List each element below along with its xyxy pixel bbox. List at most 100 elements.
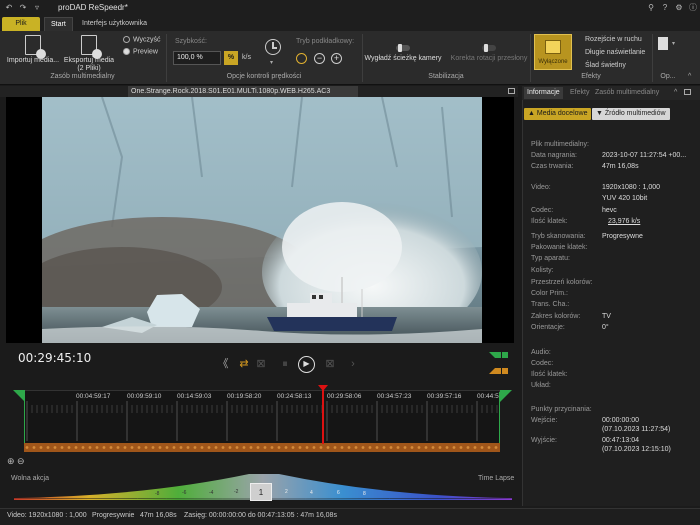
clip-bar-dot (172, 446, 176, 449)
clip-bar-dot (130, 446, 134, 449)
zoom-in-icon[interactable]: ⊕ (7, 456, 15, 467)
effect-light-trail[interactable]: Ślad świetlny (585, 62, 626, 69)
clip-bar-dot (417, 446, 421, 449)
panel-maximize-icon[interactable] (684, 89, 691, 95)
speed-mark: -6 (182, 490, 187, 496)
out-line (499, 392, 500, 448)
clip-bar-dot (235, 446, 239, 449)
clip-bar-dot (403, 446, 407, 449)
clip-bar-dot (88, 446, 92, 449)
mark-in-icon[interactable] (489, 352, 501, 358)
effects-stack-icon (545, 40, 561, 54)
info-label: Ilość klatek: (531, 371, 568, 378)
clip-bar-dot (375, 446, 379, 449)
maximize-icon[interactable] (508, 88, 515, 94)
percent-button[interactable]: % (224, 51, 238, 65)
step-back-icon[interactable]: ⊠ (254, 357, 268, 371)
clip-bar-dot (263, 446, 267, 449)
video-filename: One.Strange.Rock.2018.S01.E01.MULTi.1080… (128, 86, 358, 97)
rotation-label: Korekta rotacji przesłony (450, 55, 528, 62)
clip-bar[interactable] (24, 443, 500, 452)
effects-disabled-button[interactable]: Wyłączone (534, 34, 572, 70)
minus-icon[interactable]: − (314, 53, 325, 64)
zoom-out-icon[interactable]: ⊖ (17, 456, 25, 467)
plus-icon[interactable]: + (331, 53, 342, 64)
info-label: Ilość klatek: (531, 218, 568, 225)
undo-icon[interactable]: ↶ (4, 3, 14, 13)
smooth-toggle-icon (396, 44, 410, 52)
target-media-label: Media docelowe (536, 110, 588, 117)
settings-icon[interactable]: ⚙ (674, 3, 684, 13)
tab-plik[interactable]: Plik (2, 17, 40, 31)
info-label: Układ: (531, 382, 551, 389)
export-media-button[interactable]: Eksportuj media (2 Pliki) (62, 35, 116, 73)
source-media-button[interactable]: ▼ Źródło multimediów (592, 108, 670, 120)
mark-out-icon[interactable] (502, 352, 508, 358)
tab-efekty[interactable]: Efekty (567, 87, 592, 99)
tab-informacje[interactable]: Informacje (524, 87, 563, 99)
smooth-label: Wygładź ścieżkę kamery (364, 55, 442, 62)
dropdown-icon[interactable]: ▿ (32, 3, 42, 13)
effect-motion-blur[interactable]: Rozejście w ruchu (585, 36, 642, 43)
stab-group-label: Stabilizacja (428, 73, 464, 80)
target-media-button[interactable]: ▲ Media docelowe (524, 108, 592, 120)
info-icon[interactable]: ⓘ (688, 3, 698, 13)
ribbon-collapse-icon[interactable]: ^ (688, 73, 691, 80)
clear-option[interactable]: Wyczyść (123, 36, 161, 43)
loop-icon[interactable]: ⇄ (237, 357, 251, 371)
set-in-icon[interactable] (489, 368, 501, 374)
mode-circle-icon[interactable] (296, 53, 307, 64)
clip-bar-dot (424, 446, 428, 449)
clip-bar-dot (67, 446, 71, 449)
smooth-camera-button[interactable]: Wygładź ścieżkę kamery (364, 44, 442, 63)
import-media-button[interactable]: Importuj media... (6, 35, 60, 65)
effect-long-exposure[interactable]: Długie naświetlanie (585, 49, 645, 56)
pause-icon[interactable]: ⏸ (278, 357, 292, 371)
info-value: YUV 420 10bit (602, 195, 648, 202)
info-value: 00:00:00:00 (602, 417, 639, 424)
tab-interface[interactable]: Interfejs użytkownika (76, 17, 153, 31)
video-frame-image (42, 97, 482, 343)
options-dropdown-icon[interactable]: ▾ (672, 40, 675, 47)
rotation-correction-button[interactable]: Korekta rotacji przesłony (448, 44, 530, 63)
pin-icon[interactable]: ⚲ (646, 3, 656, 13)
info-label: Orientacje: (531, 324, 565, 331)
speed-center-handle[interactable]: 1 (250, 483, 272, 501)
tick-label: 00:19:58:20 (227, 393, 262, 400)
preview-label: Preview (133, 48, 158, 56)
play-button[interactable]: ▶ (298, 356, 315, 373)
redo-icon[interactable]: ↷ (18, 3, 28, 13)
preview-option[interactable]: Preview (123, 48, 158, 55)
clock-icon[interactable] (265, 39, 281, 55)
clip-bar-dot (137, 446, 141, 449)
clear-radio-icon (123, 36, 130, 43)
tick-label: 00:04:59:17 (76, 393, 111, 400)
status-duration: 47m 16,08s (140, 512, 177, 519)
panel-collapse-icon[interactable]: ^ (674, 89, 677, 96)
source-media-label: Źródło multimediów (604, 110, 666, 117)
playhead[interactable] (322, 388, 324, 444)
info-label: Video: (531, 184, 551, 191)
out-marker[interactable] (500, 390, 512, 402)
tab-start[interactable]: Start (44, 17, 73, 31)
clip-bar-dot (382, 446, 386, 449)
clip-bar-dot (53, 446, 57, 449)
speed-mark: 8 (363, 491, 366, 497)
tab-zasob[interactable]: Zasób multimedialny (592, 87, 662, 99)
options-doc-icon[interactable] (658, 37, 668, 50)
help-icon[interactable]: ? (660, 3, 670, 13)
timecode-display: 00:29:45:10 (18, 351, 92, 365)
speed-label: Szybkość: (175, 38, 207, 45)
info-label: Trans. Cha.: (531, 301, 570, 308)
step-forward-icon[interactable]: ⊠ (323, 357, 337, 371)
clip-bar-dot (466, 446, 470, 449)
clock-dropdown-icon[interactable]: ▾ (270, 59, 273, 66)
prev-keyframe-icon[interactable]: 《 (216, 357, 230, 371)
speed-input[interactable]: 100,0 % (173, 51, 221, 65)
subtitle-mode-label: Tryb podkładkowy: (296, 38, 355, 45)
clip-bar-dot (480, 446, 484, 449)
clip-bar-dot (410, 446, 414, 449)
info-value: TV (602, 313, 611, 320)
set-out-icon[interactable] (502, 368, 508, 374)
next-icon[interactable]: › (346, 357, 360, 371)
